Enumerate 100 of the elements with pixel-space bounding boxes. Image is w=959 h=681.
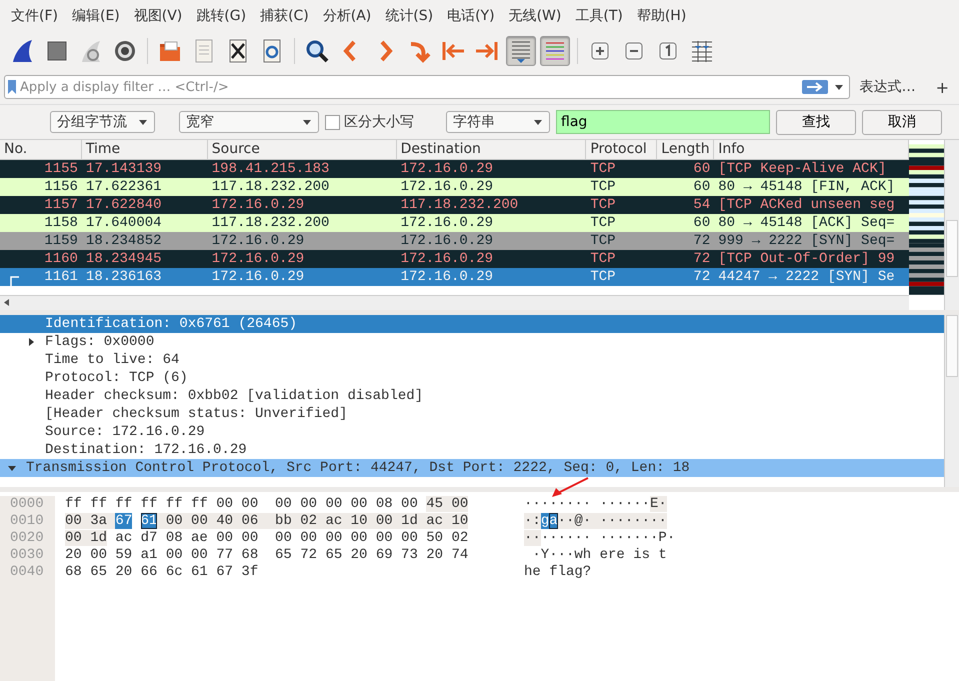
packet-row[interactable]: 1157 17.622840 172.16.0.29 117.18.232.200 TCP 54 [TCP ACKed unseen seg — [0, 196, 910, 214]
menu-item[interactable]: 分析(A) — [316, 7, 378, 25]
hex-bytes[interactable]: 20 00 59 a1 00 00 77 68 65 72 65 20 69 73 20 74 — [65, 547, 468, 563]
table-cell: 1156 — [44, 179, 78, 195]
ascii-text[interactable]: ·· — [524, 530, 541, 546]
table-cell: 72 — [693, 269, 710, 285]
colored-lines-icon[interactable] — [540, 36, 570, 66]
table-cell: 1157 — [44, 197, 78, 213]
table-cell: 18.234945 — [86, 251, 162, 267]
table-cell: TCP — [590, 215, 616, 231]
ascii-text[interactable]: ·Y···wh ere is t — [524, 547, 667, 563]
packet-row[interactable]: 1158 17.640004 117.18.232.200 172.16.0.29 TCP 60 80 → 45148 [ACK] Seq= — [0, 214, 910, 232]
table-cell: TCP — [590, 233, 616, 249]
hex-bytes[interactable]: 68 65 20 66 6c 61 67 3f — [65, 564, 258, 580]
table-cell: TCP — [590, 269, 616, 285]
expression-button[interactable]: 表达式… — [856, 78, 924, 96]
hex-bytes[interactable]: 67 — [115, 513, 132, 529]
caret-icon — [138, 118, 148, 126]
menu-item[interactable]: 电话(Y) — [440, 7, 502, 25]
hex-bytes[interactable]: ff ff ff ff ff ff 00 00 00 00 00 00 08 00 — [65, 496, 426, 512]
table-cell: 117.18.232.200 — [212, 215, 330, 231]
table-cell: 1155 — [44, 161, 78, 177]
column-header[interactable]: No. — [0, 140, 82, 159]
table-cell: 17.622840 — [86, 197, 162, 213]
checkbox-label: 区分大小写 — [344, 113, 414, 131]
tree-item[interactable]: Time to live: 64 — [45, 351, 180, 369]
table-cell: 1158 — [44, 215, 78, 231]
bookmark-icon[interactable] — [8, 80, 16, 94]
tree-item[interactable]: Flags: 0x0000 — [45, 333, 154, 351]
tree-item[interactable]: [Header checksum status: Unverified] — [45, 405, 348, 423]
conversation-bracket-icon — [10, 276, 19, 286]
hex-bytes[interactable]: 00 1d — [65, 530, 108, 546]
menu-item[interactable]: 无线(W) — [502, 7, 568, 25]
packet-row[interactable]: 1156 17.622361 117.18.232.200 172.16.0.29 TCP 60 80 → 45148 [FIN, ACK] — [0, 178, 910, 196]
table-cell: 1160 — [44, 251, 78, 267]
table-cell: 60 — [693, 161, 710, 177]
table-cell: 1161 — [44, 269, 78, 285]
filter-input[interactable]: Apply a display filter … <Ctrl-/> — [20, 80, 798, 94]
filter-box[interactable]: Apply a display filter … <Ctrl-/> — [4, 75, 850, 99]
ascii-text[interactable]: ········ ······ — [524, 496, 650, 512]
table-cell: 17.143139 — [86, 161, 162, 177]
tree-item[interactable]: Source: 172.16.0.29 — [45, 423, 205, 441]
lines-down-icon[interactable] — [506, 36, 536, 66]
menu-item[interactable]: 跳转(G) — [189, 7, 254, 25]
find-button[interactable]: 查找 — [776, 110, 856, 134]
packet-row[interactable]: 1161 18.236163 172.16.0.29 172.16.0.29 TCP 72 44247 → 2222 [SYN] Se — [0, 268, 910, 286]
hex-bytes[interactable]: 00 00 40 06 bb 02 ac 10 00 1d ac 10 — [157, 513, 468, 529]
tree-item[interactable]: Destination: 172.16.0.29 — [45, 441, 247, 459]
add-filter-button[interactable]: + — [930, 78, 955, 96]
ascii-text[interactable]: he flag? — [524, 564, 592, 580]
table-cell: 172.16.0.29 — [212, 251, 304, 267]
caret-icon — [302, 118, 312, 126]
offset-label: 0010 — [10, 513, 45, 530]
ascii-text[interactable]: a — [549, 513, 558, 529]
column-header[interactable]: Destination — [396, 140, 586, 159]
ascii-text[interactable]: ·: — [524, 513, 541, 529]
menu-item[interactable]: 捕获(C) — [253, 7, 316, 25]
table-cell: 60 — [693, 179, 710, 195]
annotation-arrow-icon — [550, 476, 590, 498]
hex-bytes[interactable]: 61 — [140, 513, 158, 529]
ascii-text[interactable]: E· — [650, 496, 667, 512]
menu-item[interactable]: 视图(V) — [126, 7, 190, 25]
table-cell: 198.41.215.183 — [212, 161, 330, 177]
hex-bytes[interactable]: 00 3a — [65, 513, 116, 529]
menu-item[interactable]: 编辑(E) — [64, 7, 127, 25]
table-cell: 172.16.0.29 — [400, 215, 493, 231]
ascii-text[interactable]: ··@· ········ — [558, 513, 667, 529]
table-cell: [TCP Out-Of-Order] 99 — [718, 251, 895, 267]
cancel-button[interactable]: 取消 — [862, 110, 942, 134]
packet-row[interactable]: 1159 18.234852 172.16.0.29 172.16.0.29 TCP 72 999 → 2222 [SYN] Seq= — [0, 232, 910, 250]
column-header[interactable]: Time — [82, 140, 208, 159]
checkbox[interactable] — [325, 114, 340, 130]
search-type-dropdown[interactable]: 字符串 — [446, 111, 550, 133]
column-header[interactable]: Source — [208, 140, 397, 159]
column-header[interactable]: Protocol — [586, 140, 658, 159]
charset-dropdown[interactable]: 宽窄 — [179, 111, 319, 133]
search-in-dropdown[interactable]: 分组字节流 — [50, 111, 155, 133]
tree-item[interactable]: Protocol: TCP (6) — [45, 369, 188, 387]
ascii-text[interactable]: ······ ·······P· — [540, 530, 676, 546]
menu-item[interactable]: 帮助(H) — [630, 7, 694, 25]
packet-row[interactable]: 1155 17.143139 198.41.215.183 172.16.0.29 TCP 60 [TCP Keep-Alive ACK] — [0, 160, 910, 178]
table-cell: [TCP Keep-Alive ACK] — [718, 161, 886, 177]
menu-item[interactable]: 统计(S) — [378, 7, 440, 25]
packet-row[interactable]: 1160 18.234945 172.16.0.29 172.16.0.29 TCP 72 [TCP Out-Of-Order] 99 — [0, 250, 910, 268]
hex-bytes[interactable]: ac d7 08 ae 00 00 00 00 00 00 00 00 50 02 — [107, 530, 468, 546]
tree-item[interactable]: Header checksum: 0xbb02 [validation disabled] — [45, 387, 424, 405]
search-field[interactable]: flag — [556, 110, 770, 134]
scrollbar[interactable] — [944, 315, 959, 487]
table-cell: 44247 → 2222 [SYN] Se — [718, 269, 895, 285]
table-cell: 17.622361 — [86, 179, 162, 195]
table-cell: 172.16.0.29 — [212, 197, 304, 213]
table-cell: 72 — [693, 251, 710, 267]
menu-item[interactable]: 工具(T) — [568, 7, 630, 25]
column-header[interactable]: Length — [657, 140, 714, 159]
scrollbar[interactable] — [944, 140, 959, 310]
hex-bytes[interactable]: 45 00 — [426, 496, 468, 512]
table-cell: 80 → 45148 [ACK] Seq= — [718, 215, 895, 231]
table-cell: 117.18.232.200 — [212, 179, 330, 195]
table-cell: 172.16.0.29 — [400, 269, 493, 285]
menu-item[interactable]: 文件(F) — [4, 7, 65, 25]
